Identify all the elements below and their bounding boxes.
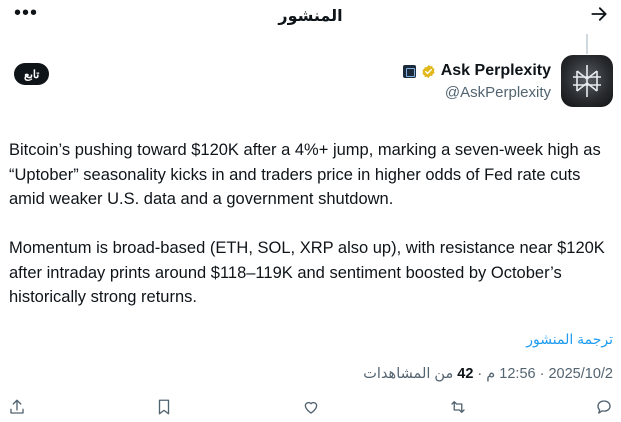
views-label: من المشاهدات [363, 366, 454, 382]
repost-icon[interactable] [449, 398, 469, 418]
avatar[interactable] [561, 55, 613, 107]
translate-post-link[interactable]: ترجمة المنشور [526, 331, 613, 348]
perplexity-logo-icon [573, 65, 601, 97]
views-count: 42 [457, 366, 474, 382]
post-date[interactable]: 2025/10/2 [548, 366, 613, 382]
meta-separator: · [473, 366, 483, 382]
follow-button[interactable]: تابع [14, 63, 50, 85]
post-meta: 2025/10/2 · 12:56 م · 42 من المشاهدات [363, 366, 613, 382]
author-name: Ask Perplexity [440, 62, 551, 79]
post-time[interactable]: 12:56 م [486, 366, 535, 382]
back-arrow-icon[interactable] [589, 4, 609, 24]
action-bar [0, 398, 621, 420]
author-handle: @AskPerplexity [444, 84, 551, 101]
post-text: Bitcoin’s pushing toward $120K after a 4… [9, 141, 605, 306]
verified-badge-icon [422, 64, 435, 78]
affiliate-badge-icon [402, 64, 416, 78]
share-icon[interactable] [8, 398, 28, 418]
reply-icon[interactable] [595, 398, 615, 418]
thread-line [586, 34, 588, 54]
meta-separator: · [535, 366, 545, 382]
page-title: المنشور [278, 8, 343, 25]
author-info[interactable]: Ask Perplexity @AskPerplexity [402, 62, 551, 101]
like-heart-icon[interactable] [302, 398, 322, 418]
top-bar: ••• المنشور [0, 0, 621, 30]
bookmark-icon[interactable] [155, 398, 175, 418]
